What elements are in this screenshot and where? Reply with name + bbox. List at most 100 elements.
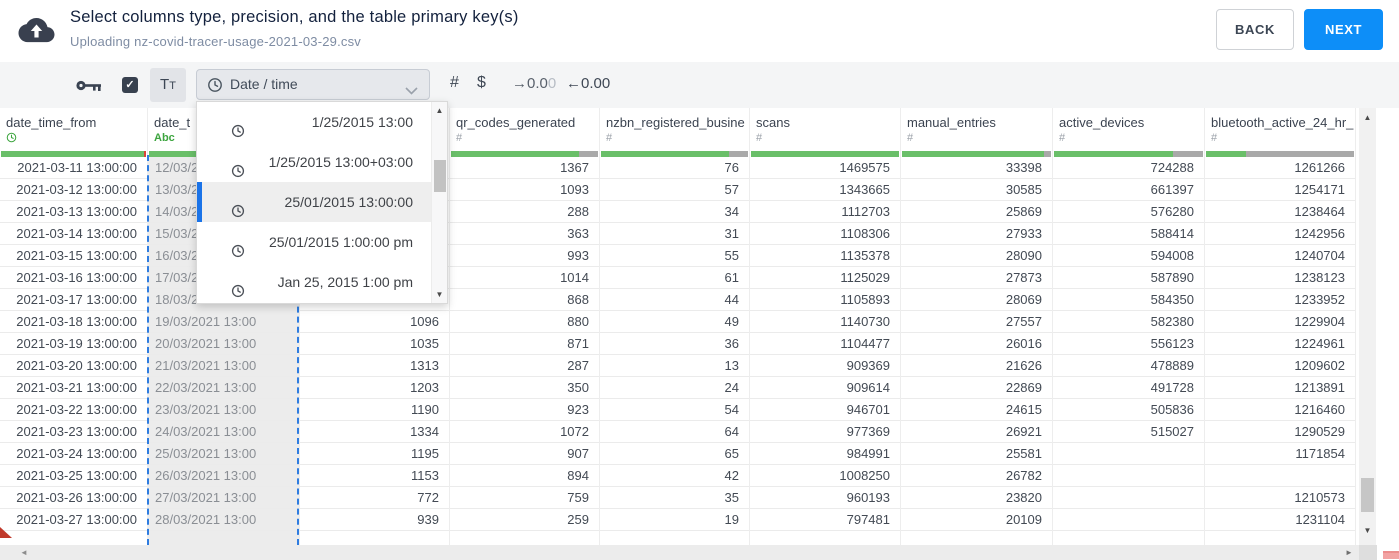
table-cell[interactable]: 34 <box>600 201 749 223</box>
table-cell[interactable]: 1238123 <box>1205 267 1355 289</box>
table-horizontal-scrollbar[interactable]: ◄ ► <box>0 545 1377 560</box>
table-cell[interactable]: 22869 <box>901 377 1052 399</box>
table-cell[interactable]: 20/03/2021 13:00 <box>148 333 299 355</box>
table-cell[interactable]: 1140730 <box>750 311 900 333</box>
table-cell[interactable]: 1072 <box>450 421 599 443</box>
table-cell[interactable]: 1242956 <box>1205 223 1355 245</box>
table-cell[interactable]: 76 <box>600 157 749 179</box>
table-cell[interactable]: 491728 <box>1053 377 1204 399</box>
table-cell[interactable]: 1171854 <box>1205 443 1355 465</box>
table-cell[interactable]: 25581 <box>901 443 1052 465</box>
table-cell[interactable]: 57 <box>600 179 749 201</box>
table-cell[interactable]: 13 <box>600 355 749 377</box>
table-cell[interactable]: 1135378 <box>750 245 900 267</box>
table-cell[interactable]: 556123 <box>1053 333 1204 355</box>
table-cell[interactable]: 1014 <box>450 267 599 289</box>
table-cell[interactable]: 2021-03-22 13:00:00 <box>0 399 147 421</box>
table-cell[interactable]: 923 <box>450 399 599 421</box>
table-cell[interactable]: 1008250 <box>750 465 900 487</box>
table-cell[interactable]: 27/03/2021 13:00 <box>148 487 299 509</box>
table-cell[interactable]: 1105893 <box>750 289 900 311</box>
table-cell[interactable]: 1469575 <box>750 157 900 179</box>
table-cell[interactable]: 20109 <box>901 509 1052 531</box>
table-cell[interactable]: 1224961 <box>1205 333 1355 355</box>
currency-type-button[interactable]: $ <box>477 74 486 92</box>
table-cell[interactable]: 23/03/2021 13:00 <box>148 399 299 421</box>
table-cell[interactable]: 36 <box>600 333 749 355</box>
table-cell[interactable]: 350 <box>450 377 599 399</box>
table-cell[interactable]: 24615 <box>901 399 1052 421</box>
table-cell[interactable]: 26/03/2021 13:00 <box>148 465 299 487</box>
table-cell[interactable]: 868 <box>450 289 599 311</box>
table-cell[interactable]: 871 <box>450 333 599 355</box>
table-cell[interactable]: 259 <box>450 509 599 531</box>
table-cell[interactable]: 1108306 <box>750 223 900 245</box>
table-cell[interactable]: 1195 <box>300 443 449 465</box>
column-header[interactable]: date_time_from <box>0 108 147 132</box>
table-cell[interactable]: 946701 <box>750 399 900 421</box>
table-cell[interactable]: 1096 <box>300 311 449 333</box>
table-cell[interactable]: 1190 <box>300 399 449 421</box>
table-cell[interactable]: 26016 <box>901 333 1052 355</box>
table-cell[interactable]: 594008 <box>1053 245 1204 267</box>
table-cell[interactable]: 27933 <box>901 223 1052 245</box>
table-cell[interactable]: 1238464 <box>1205 201 1355 223</box>
table-cell[interactable]: 2021-03-19 13:00:00 <box>0 333 147 355</box>
table-cell[interactable]: 1367 <box>450 157 599 179</box>
table-cell[interactable]: 287 <box>450 355 599 377</box>
table-cell[interactable]: 1343665 <box>750 179 900 201</box>
table-cell[interactable]: 1233952 <box>1205 289 1355 311</box>
table-cell[interactable]: 993 <box>450 245 599 267</box>
table-cell[interactable]: 2021-03-20 13:00:00 <box>0 355 147 377</box>
column-header[interactable]: qr_codes_generated <box>450 108 599 132</box>
selected-checkbox[interactable]: ✓ <box>122 77 138 93</box>
table-cell[interactable]: 22/03/2021 13:00 <box>148 377 299 399</box>
table-cell[interactable]: 584350 <box>1053 289 1204 311</box>
table-cell[interactable]: 2021-03-21 13:00:00 <box>0 377 147 399</box>
table-cell[interactable]: 27873 <box>901 267 1052 289</box>
table-cell[interactable]: 2021-03-13 13:00:00 <box>0 201 147 223</box>
scroll-up-icon[interactable]: ▲ <box>1359 113 1376 122</box>
table-cell[interactable]: 797481 <box>750 509 900 531</box>
table-cell[interactable]: 2021-03-25 13:00:00 <box>0 465 147 487</box>
column-type-select[interactable]: Date / time <box>196 69 430 100</box>
table-cell[interactable]: 1213891 <box>1205 377 1355 399</box>
table-cell[interactable]: 1035 <box>300 333 449 355</box>
table-cell[interactable]: 1210573 <box>1205 487 1355 509</box>
table-cell[interactable]: 28069 <box>901 289 1052 311</box>
table-cell[interactable]: 1229904 <box>1205 311 1355 333</box>
table-cell[interactable]: 977369 <box>750 421 900 443</box>
table-cell[interactable]: 1093 <box>450 179 599 201</box>
decrease-precision-button[interactable]: ←0.00 <box>566 75 610 92</box>
table-cell[interactable]: 363 <box>450 223 599 245</box>
table-cell[interactable]: 1112703 <box>750 201 900 223</box>
table-cell[interactable]: 2021-03-27 13:00:00 <box>0 509 147 531</box>
table-cell[interactable]: 894 <box>450 465 599 487</box>
table-cell[interactable]: 1104477 <box>750 333 900 355</box>
table-cell[interactable]: 24/03/2021 13:00 <box>148 421 299 443</box>
table-cell[interactable]: 55 <box>600 245 749 267</box>
table-cell[interactable]: 2021-03-24 13:00:00 <box>0 443 147 465</box>
table-cell[interactable]: 939 <box>300 509 449 531</box>
table-cell[interactable]: 26921 <box>901 421 1052 443</box>
table-cell[interactable]: 1261266 <box>1205 157 1355 179</box>
table-cell[interactable]: 42 <box>600 465 749 487</box>
table-cell[interactable]: 21/03/2021 13:00 <box>148 355 299 377</box>
table-cell[interactable]: 1334 <box>300 421 449 443</box>
scroll-right-icon[interactable]: ► <box>1345 548 1353 557</box>
table-cell[interactable]: 288 <box>450 201 599 223</box>
table-cell[interactable]: 27557 <box>901 311 1052 333</box>
text-type-button[interactable]: TT <box>150 68 186 102</box>
table-cell[interactable]: 661397 <box>1053 179 1204 201</box>
scroll-down-icon[interactable]: ▼ <box>1359 526 1376 535</box>
table-cell[interactable]: 2021-03-23 13:00:00 <box>0 421 147 443</box>
table-cell[interactable] <box>1053 465 1204 487</box>
table-cell[interactable] <box>1053 443 1204 465</box>
table-cell[interactable]: 1125029 <box>750 267 900 289</box>
table-cell[interactable]: 505836 <box>1053 399 1204 421</box>
scroll-left-icon[interactable]: ◄ <box>20 548 28 557</box>
table-cell[interactable]: 587890 <box>1053 267 1204 289</box>
table-cell[interactable]: 31 <box>600 223 749 245</box>
table-cell[interactable]: 54 <box>600 399 749 421</box>
increase-precision-button[interactable]: →0.00 <box>512 75 556 92</box>
